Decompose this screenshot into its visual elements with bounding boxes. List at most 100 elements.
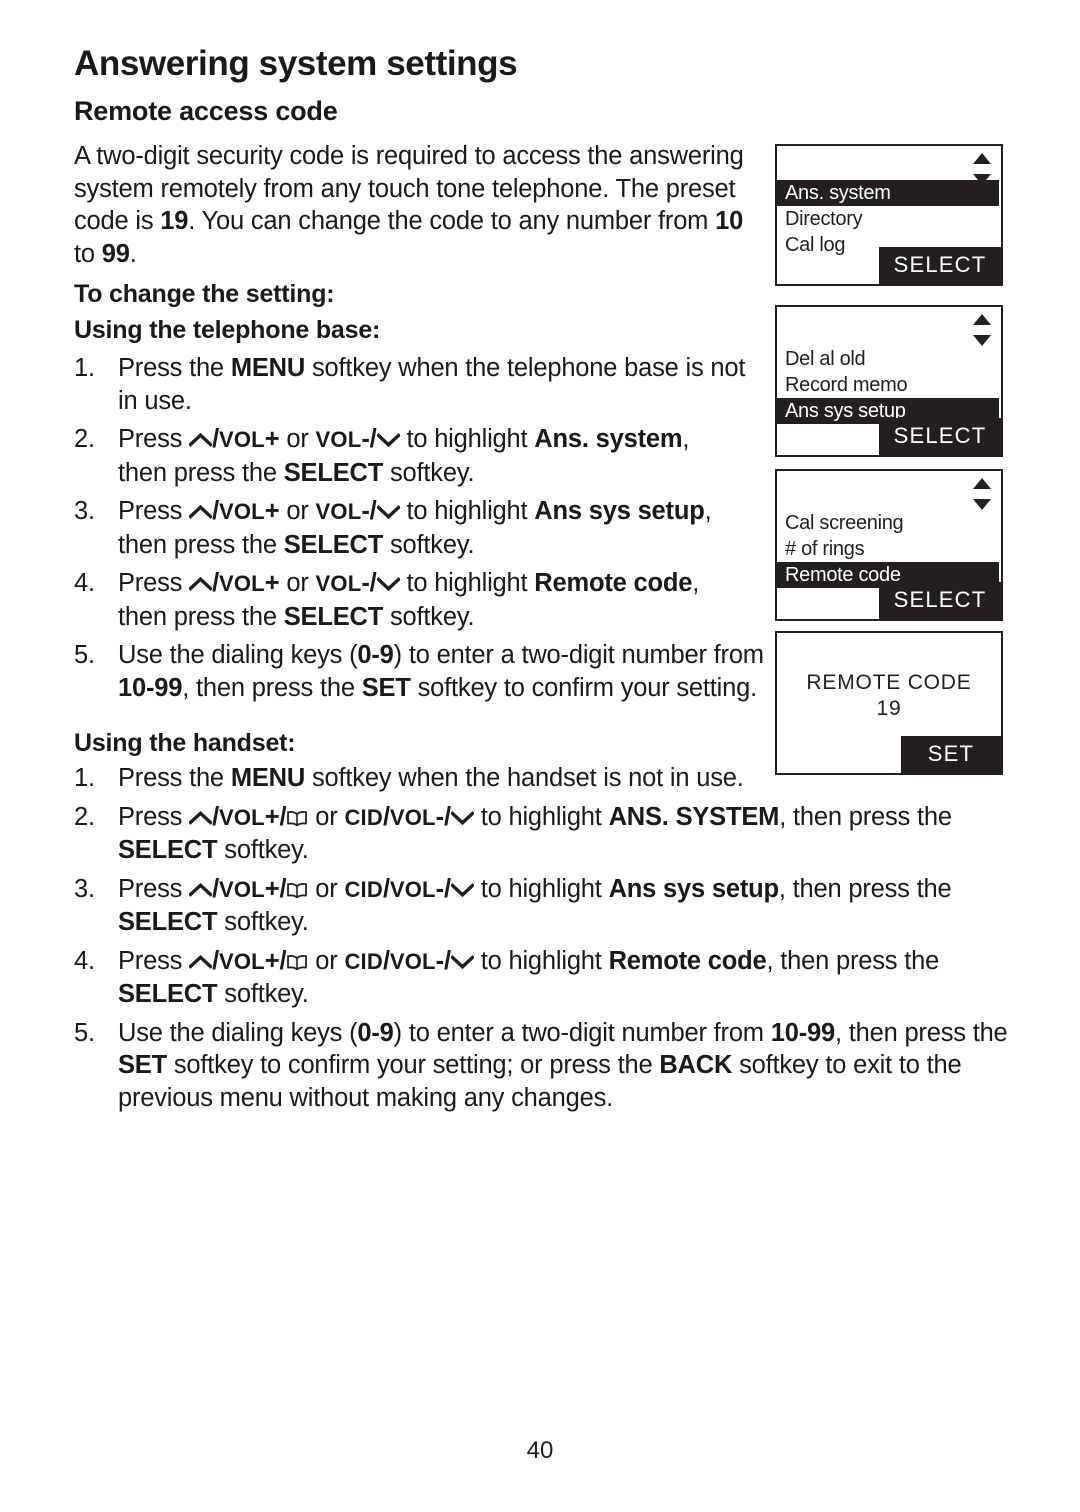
scroll-updown-icon (971, 313, 993, 347)
to-highlight-label: to highlight (399, 569, 535, 597)
step-part-3: , then press the (834, 1018, 1008, 1047)
cid-label: CID (344, 948, 383, 974)
select-softkey-label: SELECT (118, 980, 218, 1008)
menu-softkey-label: MENU (230, 354, 306, 382)
code-range-max: 99 (101, 239, 130, 268)
step-part-2: ) to enter a two-digit number from (393, 1018, 771, 1047)
press-label: Press (118, 425, 190, 453)
tail-pre: then press the (118, 602, 284, 631)
slash: / (212, 802, 219, 831)
menu-target-label: Ans sys setup (608, 874, 780, 903)
chevron-up-icon (189, 432, 213, 448)
page-number: 40 (526, 1437, 554, 1464)
chevron-down-icon (376, 576, 400, 592)
set-softkey-label: SET (361, 673, 411, 702)
step-number: 2. (74, 802, 95, 831)
select-softkey-label: SELECT (118, 836, 218, 864)
handset-step-4: 4. Press /VOL+/ or CID/VOL-/ to highlight… (74, 945, 1014, 1011)
step-part-4: softkey to confirm your setting. (410, 673, 758, 702)
lcd-screen-ans-system-menu: Del al old Record memo Ans sys setup SEL… (775, 305, 1003, 457)
set-softkey-button[interactable]: SET (901, 736, 1001, 773)
step-part-1: Use the dialing keys ( (118, 641, 358, 669)
tail-pre: then press the (118, 458, 284, 487)
lcd-list-item[interactable]: Directory (777, 206, 1001, 232)
tail-post: softkey. (383, 530, 475, 559)
vol-minus-sign: - (435, 946, 445, 975)
slash: / (279, 802, 287, 831)
menu-target-label: Remote code (608, 946, 767, 975)
slash: / (382, 802, 390, 831)
vol-down-label: VOL (389, 948, 436, 974)
lcd-list-item[interactable]: Cal screening (777, 510, 1001, 536)
preset-code-value: 19 (160, 207, 189, 235)
press-label: Press (118, 802, 190, 831)
cid-label: CID (344, 876, 383, 902)
menu-target-label: Ans sys setup (534, 497, 705, 525)
handset-step-5: 5. Use the dialing keys (0-9) to enter a … (74, 1017, 1014, 1115)
step-part-2: ) to enter a two-digit number from (393, 641, 764, 669)
tail-post: softkey. (217, 908, 309, 936)
step-number: 3. (74, 497, 95, 525)
slash: / (279, 946, 287, 975)
step-number: 1. (74, 354, 95, 382)
step-part-1: Use the dialing keys ( (118, 1018, 358, 1047)
step-number: 5. (74, 1018, 95, 1047)
lcd-list-item[interactable]: # of rings (777, 536, 1001, 562)
base-step-2: 2. Press /VOL+ or VOL-/ to highlight Ans.… (74, 425, 690, 487)
back-softkey-label: BACK (659, 1051, 733, 1079)
handset-step-3: 3. Press /VOL+/ or CID/VOL-/ to highlight… (74, 873, 1014, 939)
code-range: 10-99 (118, 673, 183, 702)
chevron-up-icon (189, 882, 213, 898)
or-label: or (279, 425, 316, 453)
vol-plus-sign: + (264, 946, 280, 975)
lcd-list-item[interactable]: Del al old (777, 346, 1001, 372)
press-label: Press (118, 569, 190, 597)
intro-text-4: . (129, 239, 137, 268)
slash: / (212, 946, 219, 975)
select-softkey-button[interactable]: SELECT (879, 582, 1001, 619)
cid-label: CID (344, 804, 383, 830)
to-highlight-label: to highlight (473, 946, 609, 975)
vol-minus-sign: - (361, 497, 370, 525)
base-step-5: 5. Use the dialing keys (0-9) to enter a … (74, 639, 764, 704)
telephone-base-steps: 1. Press the MENU softkey when the teleph… (74, 352, 764, 710)
tail-post: softkey. (383, 602, 475, 631)
step-number: 4. (74, 946, 95, 975)
vol-down-label: VOL (315, 427, 362, 452)
intro-text-3: to (74, 239, 102, 268)
press-label: Press (118, 874, 190, 903)
lcd-title: REMOTE CODE (806, 671, 972, 694)
chevron-down-icon (376, 432, 400, 448)
to-highlight-label: to highlight (473, 802, 609, 831)
or-label: or (308, 802, 345, 831)
slash: / (382, 874, 390, 903)
vol-up-label: VOL (218, 499, 265, 524)
select-softkey-button[interactable]: SELECT (879, 418, 1001, 455)
base-step-3: 3. Press /VOL+ or VOL-/ to highlight Ans … (74, 497, 712, 559)
slash: / (369, 425, 377, 453)
select-softkey-button[interactable]: SELECT (879, 247, 1001, 284)
lcd-list-item[interactable]: Ans. system (777, 180, 999, 206)
select-softkey-label: SELECT (283, 602, 384, 631)
lcd-list-item[interactable]: Record memo (777, 372, 1001, 398)
slash: / (212, 569, 219, 597)
vol-plus-sign: + (264, 802, 280, 831)
vol-minus-sign: - (435, 802, 445, 831)
section-title: Remote access code (74, 96, 338, 126)
lcd-screen-ans-sys-setup-menu: Cal screening # of rings Remote code SEL… (775, 469, 1003, 621)
intro-paragraph: A two-digit security code is required to… (74, 140, 764, 270)
chevron-down-icon (450, 810, 474, 826)
dialing-key-range: 0-9 (357, 1018, 394, 1047)
tail-post: softkey. (217, 836, 309, 864)
step-text-pre: Press the (118, 354, 231, 382)
select-softkey-label: SELECT (283, 458, 384, 487)
step-number: 2. (74, 425, 95, 453)
to-highlight-label: to highlight (399, 425, 535, 453)
page-title: Answering system settings (74, 44, 518, 83)
intro-text-2: . You can change the code to any number … (188, 207, 716, 235)
subheading-using-base: Using the telephone base: (74, 316, 381, 344)
dialing-key-range: 0-9 (357, 641, 394, 669)
chevron-up-icon (189, 954, 213, 970)
vol-plus-sign: + (264, 425, 280, 453)
remote-code-value: 19 (876, 697, 902, 720)
